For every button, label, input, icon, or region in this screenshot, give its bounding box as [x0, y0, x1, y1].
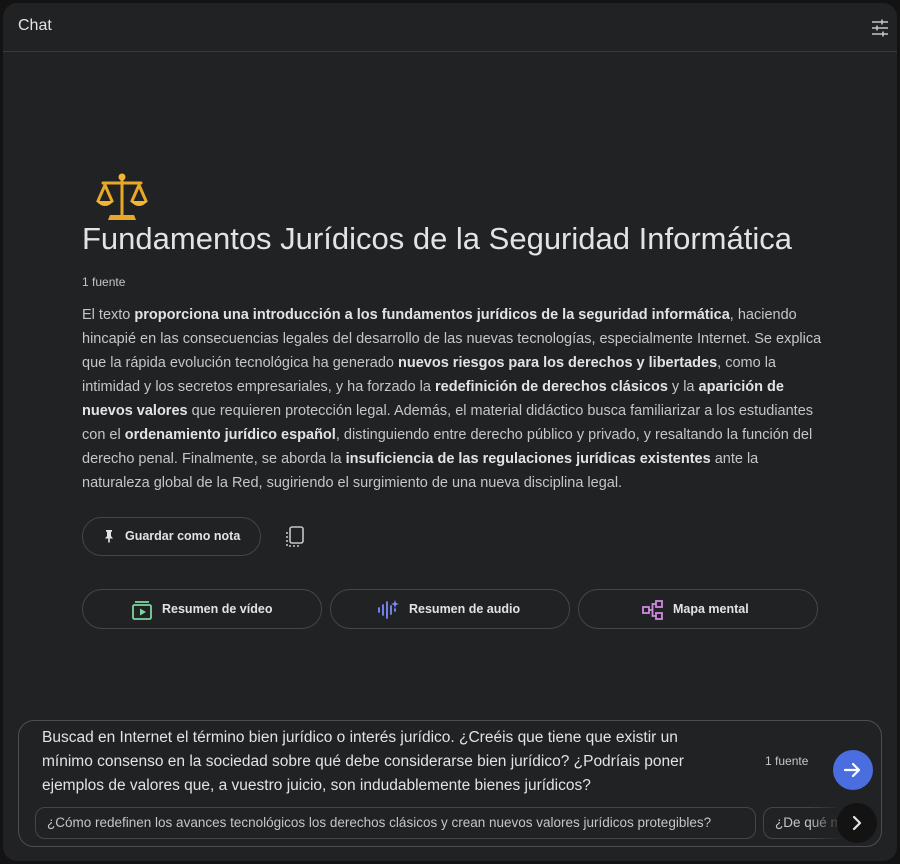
query-input[interactable]: Buscad en Internet el término bien juríd…	[42, 726, 732, 798]
settings-sliders-icon[interactable]	[871, 19, 889, 37]
balance-scale-icon	[96, 173, 148, 220]
copy-icon[interactable]	[284, 525, 306, 549]
video-summary-icon	[132, 601, 152, 620]
summary-text: y la	[667, 379, 699, 395]
summary-highlight: insuficiencia de las regulaciones jurídi…	[345, 451, 711, 467]
save-note-button[interactable]: Guardar como nota	[82, 517, 261, 556]
summary-highlight: proporciona una introducción a los funda…	[134, 307, 730, 323]
summary-highlight: nuevos riesgos para los derechos y liber…	[398, 355, 718, 371]
source-count: 1 fuente	[82, 275, 126, 289]
summary-text: El texto	[82, 307, 135, 323]
next-suggestions-button[interactable]	[837, 803, 877, 843]
notebook-summary: El texto proporciona una introducción a …	[82, 303, 822, 495]
summary-highlight: ordenamiento jurídico español	[124, 427, 336, 443]
pin-icon	[105, 530, 113, 543]
video-summary-label: Resumen de vídeo	[162, 602, 273, 616]
chat-header: Chat	[3, 3, 897, 52]
notebook-title: Fundamentos Jurídicos de la Seguridad In…	[82, 221, 792, 256]
mind-map-icon	[642, 600, 663, 620]
audio-summary-button[interactable]: Resumen de audio	[330, 589, 570, 629]
chat-panel: Chat Fundamentos Jurídicos de la Segurid…	[3, 3, 897, 861]
mind-map-button[interactable]: Mapa mental	[578, 589, 818, 629]
arrow-right-icon	[843, 762, 861, 778]
suggestion-chip-label: ¿Cómo redefinen los avances tecnológicos…	[47, 815, 712, 830]
audio-summary-icon	[378, 600, 399, 619]
send-button[interactable]	[833, 750, 873, 790]
composer-source-count: 1 fuente	[765, 754, 809, 768]
audio-summary-label: Resumen de audio	[409, 602, 521, 616]
chat-title: Chat	[18, 17, 52, 34]
mind-map-label: Mapa mental	[673, 602, 749, 616]
video-summary-button[interactable]: Resumen de vídeo	[82, 589, 322, 629]
query-composer: Buscad en Internet el término bien juríd…	[18, 720, 882, 847]
summary-highlight: redefinición de derechos clásicos	[435, 379, 668, 395]
chevron-right-icon	[852, 815, 862, 831]
suggestion-chip[interactable]: ¿Cómo redefinen los avances tecnológicos…	[35, 807, 756, 839]
save-note-label: Guardar como nota	[125, 529, 241, 543]
